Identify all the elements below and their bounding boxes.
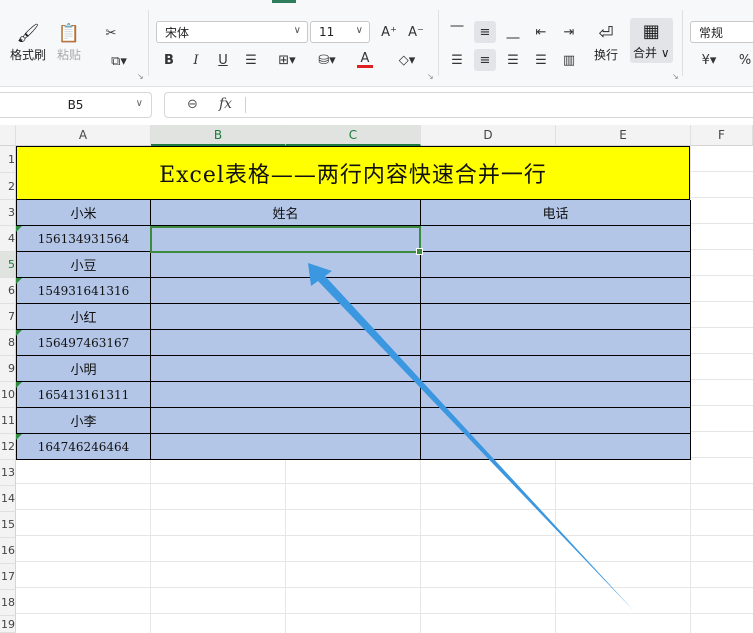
annotation-arrow-shape (308, 263, 634, 611)
annotation-arrow (308, 263, 634, 611)
